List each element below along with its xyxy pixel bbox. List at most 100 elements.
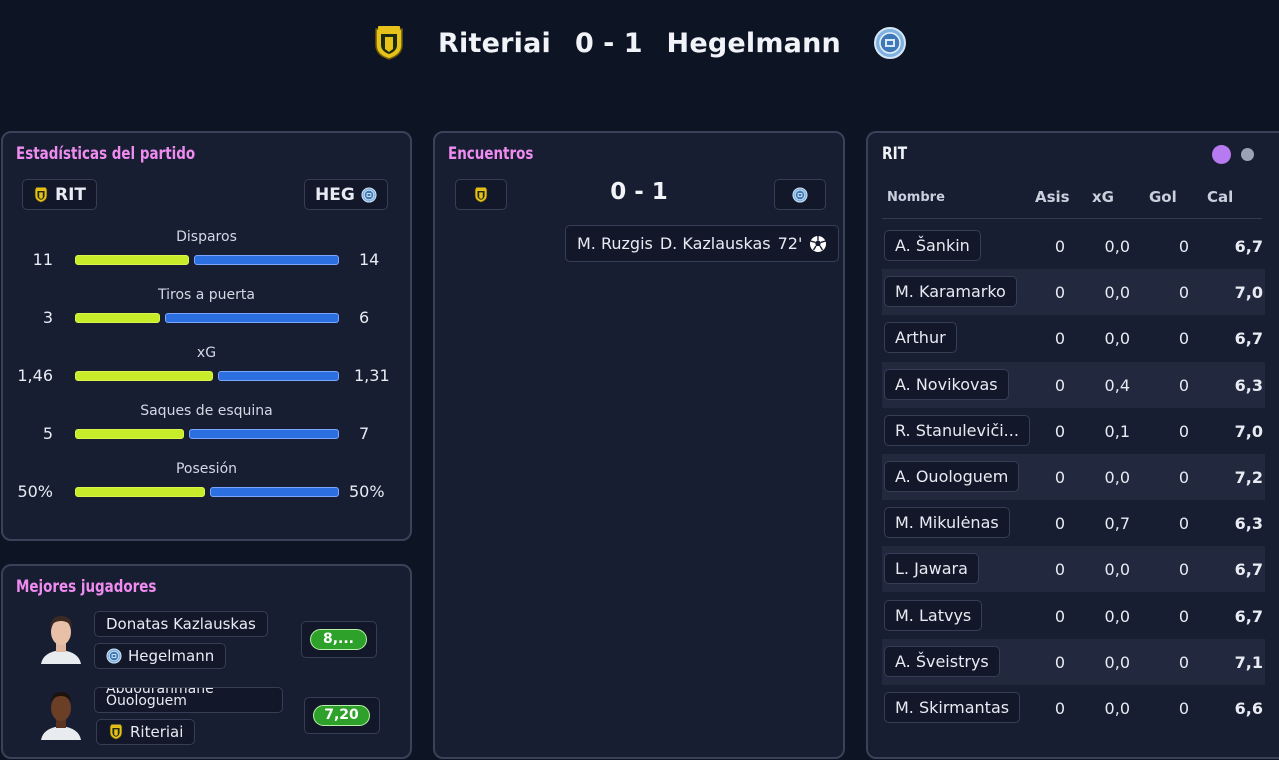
player-goals: 0	[1178, 560, 1189, 580]
best-player-1-rating: 8,...	[310, 629, 367, 650]
stat-away-value: 1,31	[354, 366, 390, 385]
player-assists: 0	[1054, 514, 1065, 534]
player-rating: 7,2	[1234, 468, 1263, 487]
player-avatar	[39, 684, 83, 740]
goal-event[interactable]: M. Ruzgis D. Kazlauskas 72'	[565, 225, 840, 262]
player-row[interactable]: A. Novikovas 0 0,4 0 6,3	[882, 361, 1265, 408]
player-xg: 0,0	[1104, 699, 1130, 718]
player-name-chip[interactable]: A. Ouologuem	[884, 461, 1020, 492]
player-rating: 6,7	[1234, 560, 1263, 580]
player-goals: 0	[1178, 329, 1189, 349]
player-name: A. Šankin	[895, 236, 970, 255]
best-player-2-rating-box: 7,20	[304, 697, 380, 734]
player-row[interactable]: A. Ouologuem 0 0,0 0 7,2	[882, 454, 1265, 500]
stat-home-value: 5	[42, 424, 53, 443]
soccer-ball-icon	[810, 235, 827, 252]
encounters-title: Encuentros	[448, 144, 534, 164]
player-xg: 0,0	[1104, 560, 1130, 580]
stat-away-value: 6	[359, 308, 370, 327]
player-goals: 0	[1178, 283, 1189, 303]
hegelmann-crest-icon	[792, 187, 808, 203]
away-team-abbr: HEG	[315, 184, 355, 205]
stat-home-value: 1,46	[17, 366, 53, 385]
player-assists: 0	[1054, 560, 1065, 580]
player-xg: 0,7	[1104, 514, 1130, 534]
stat-away-bar	[194, 255, 339, 265]
player-name-chip[interactable]: M. Karamarko	[884, 276, 1017, 308]
best-player-2-name-chip[interactable]: Abdourahmane Ouologuem	[94, 687, 283, 713]
stat-label: Saques de esquina	[140, 403, 273, 419]
stat-home-value: 11	[32, 250, 53, 269]
stat-home-bar	[75, 371, 213, 381]
stats-panel-title: Estadísticas del partido	[16, 144, 196, 164]
player-rating: 7,1	[1234, 652, 1263, 672]
player-name-chip[interactable]: Arthur	[884, 322, 957, 354]
best-player-2-name: Abdourahmane Ouologuem	[106, 687, 214, 709]
player-xg: 0,0	[1104, 652, 1130, 672]
player-name-chip[interactable]: A. Šveistrys	[884, 645, 1000, 677]
stat-label: Posesión	[175, 461, 238, 477]
header-goals: Gol	[1149, 188, 1177, 206]
player-name: A. Šveistrys	[895, 651, 989, 671]
stat-home-bar	[75, 429, 184, 439]
player-assists: 0	[1054, 606, 1065, 626]
best-player-2-rating: 7,20	[313, 705, 370, 726]
hegelmann-crest-icon	[873, 26, 907, 60]
player-goals: 0	[1178, 421, 1189, 441]
player-goals: 0	[1178, 699, 1189, 718]
player-assists: 0	[1054, 329, 1065, 349]
away-team-chip: HEG	[304, 179, 388, 210]
hegelmann-crest-icon	[361, 187, 377, 203]
goal-minute: 72'	[777, 234, 803, 253]
player-name-chip[interactable]: M. Skirmantas	[884, 692, 1021, 723]
player-row[interactable]: M. Mikulėnas 0 0,7 0 6,3	[882, 500, 1265, 546]
stat-home-bar	[75, 255, 189, 265]
best-player-1-name-chip[interactable]: Donatas Kazlauskas	[94, 611, 268, 637]
player-row[interactable]: A. Šankin 0 0,0 0 6,7	[882, 223, 1265, 269]
player-rating: 6,7	[1234, 329, 1263, 349]
player-assists: 0	[1054, 421, 1065, 441]
stat-home-value: 50%	[17, 482, 53, 501]
player-name-chip[interactable]: A. Novikovas	[884, 368, 1009, 400]
player-row[interactable]: M. Skirmantas 0 0,0 0 6,6	[882, 685, 1265, 731]
player-rating: 6,7	[1234, 606, 1263, 626]
best-player-2-team-chip[interactable]: Riteriai	[96, 719, 196, 745]
player-rating: 6,3	[1234, 514, 1263, 534]
player-name-chip[interactable]: A. Šankin	[884, 230, 981, 261]
player-rating: 6,3	[1234, 375, 1263, 395]
page-indicator-inactive[interactable]	[1241, 148, 1254, 161]
away-team-name: Hegelmann	[666, 27, 841, 59]
player-row[interactable]: A. Šveistrys 0 0,0 0 7,1	[882, 638, 1265, 685]
player-goals: 0	[1178, 652, 1189, 672]
player-name-chip[interactable]: M. Mikulėnas	[884, 507, 1010, 539]
player-xg: 0,0	[1104, 283, 1130, 303]
match-stats-panel: Estadísticas del partido RIT HEG Disparo…	[1, 131, 412, 541]
best-player-1-team: Hegelmann	[128, 647, 215, 665]
riteriai-crest-icon	[372, 25, 406, 61]
player-name: A. Novikovas	[895, 374, 998, 394]
player-name-chip[interactable]: R. Stanuleviči...	[884, 414, 1030, 446]
player-name-chip[interactable]: L. Jawara	[884, 553, 979, 585]
player-name-chip[interactable]: M. Latvys	[884, 599, 983, 631]
player-name: M. Skirmantas	[895, 698, 1010, 717]
table-header-divider	[882, 218, 1262, 219]
player-row[interactable]: R. Stanuleviči... 0 0,1 0 7,0	[882, 408, 1265, 454]
page-indicator-active[interactable]	[1212, 145, 1231, 164]
player-row[interactable]: Arthur 0 0,0 0 6,7	[882, 315, 1265, 361]
player-row[interactable]: M. Latvys 0 0,0 0 6,7	[882, 593, 1265, 639]
player-xg: 0,0	[1104, 237, 1130, 256]
stat-home-bar	[75, 313, 160, 323]
player-assists: 0	[1054, 237, 1065, 256]
home-team-name: Riteriai	[438, 27, 551, 59]
player-xg: 0,0	[1104, 329, 1130, 349]
best-player-2-team: Riteriai	[130, 723, 184, 741]
hegelmann-crest-icon	[106, 648, 122, 664]
away-crest-chip	[774, 179, 826, 210]
best-player-1-team-chip[interactable]: Hegelmann	[94, 643, 227, 669]
best-player-1-rating-box: 8,...	[301, 621, 377, 658]
player-name: L. Jawara	[895, 559, 968, 579]
home-team-abbr: RIT	[55, 184, 87, 205]
player-xg: 0,4	[1104, 375, 1130, 395]
player-row[interactable]: M. Karamarko 0 0,0 0 7,0	[882, 269, 1265, 316]
player-row[interactable]: L. Jawara 0 0,0 0 6,7	[882, 546, 1265, 593]
